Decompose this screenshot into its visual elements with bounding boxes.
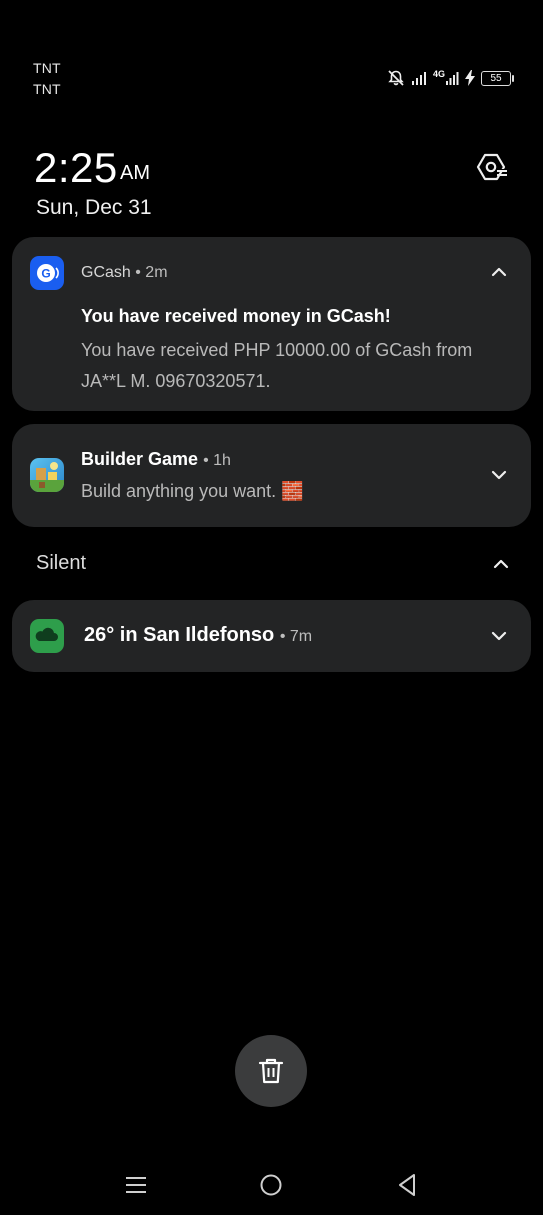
notification-body: Build anything you want. 🧱 bbox=[81, 481, 304, 501]
weather-summary: 26° in San Ildefonso • 7m bbox=[84, 624, 312, 647]
app-name-builder-game: Builder Game • 1h bbox=[81, 449, 231, 470]
chevron-down-icon[interactable] bbox=[489, 626, 509, 646]
gcash-icon: G bbox=[30, 256, 64, 290]
section-label-silent: Silent bbox=[36, 552, 87, 574]
clock-ampm: AM bbox=[120, 162, 150, 184]
recents-button[interactable] bbox=[121, 1168, 151, 1202]
recents-icon bbox=[126, 1177, 146, 1193]
battery-level: 55 bbox=[490, 72, 502, 84]
time-separator: • bbox=[279, 628, 290, 645]
trash-icon bbox=[258, 1058, 284, 1084]
clock-time: 2:25 bbox=[34, 144, 118, 191]
notification-time: 2m bbox=[145, 264, 168, 281]
notification-card-gcash[interactable]: G GCash • 2m You have received money in … bbox=[12, 237, 531, 411]
app-name-gcash: GCash • 2m bbox=[81, 264, 168, 282]
notification-title: You have received money in GCash! bbox=[81, 306, 391, 326]
charging-bolt-icon bbox=[465, 70, 475, 86]
weather-cloud-icon bbox=[30, 619, 64, 653]
notification-time: 7m bbox=[289, 628, 313, 645]
app-name-label: Builder Game bbox=[81, 449, 199, 469]
network-type-label: 4G bbox=[432, 69, 445, 79]
time-separator: • bbox=[203, 452, 214, 469]
clock-date: Sun, Dec 31 bbox=[36, 196, 152, 219]
settings-gear-icon[interactable] bbox=[475, 150, 509, 184]
app-name-label: GCash bbox=[81, 264, 131, 281]
time-separator: • bbox=[135, 264, 146, 281]
status-icons: 4G 55 bbox=[387, 68, 514, 88]
battery-icon: 55 bbox=[481, 70, 514, 86]
bell-muted-icon bbox=[388, 70, 404, 86]
signal-icon bbox=[411, 72, 426, 85]
chevron-up-icon[interactable] bbox=[489, 262, 509, 282]
carrier-label-1: TNT bbox=[33, 60, 61, 76]
carrier-label-2: TNT bbox=[33, 81, 61, 97]
notification-time: 1h bbox=[213, 452, 231, 469]
svg-text:G: G bbox=[41, 267, 50, 281]
clear-all-button[interactable] bbox=[235, 1035, 307, 1107]
notification-body: You have received PHP 10000.00 of GCash … bbox=[81, 340, 473, 391]
notification-card-builder-game[interactable]: Builder Game • 1h Build anything you wan… bbox=[12, 424, 531, 527]
notification-card-weather[interactable]: 26° in San Ildefonso • 7m bbox=[12, 600, 531, 672]
chevron-up-icon[interactable] bbox=[491, 554, 511, 574]
signal-4g-icon: 4G bbox=[433, 70, 459, 86]
back-button[interactable] bbox=[392, 1168, 422, 1202]
builder-game-icon bbox=[30, 458, 64, 492]
home-icon bbox=[260, 1174, 282, 1196]
home-button[interactable] bbox=[256, 1168, 286, 1202]
weather-title: 26° in San Ildefonso bbox=[84, 624, 275, 646]
back-icon bbox=[399, 1174, 415, 1196]
